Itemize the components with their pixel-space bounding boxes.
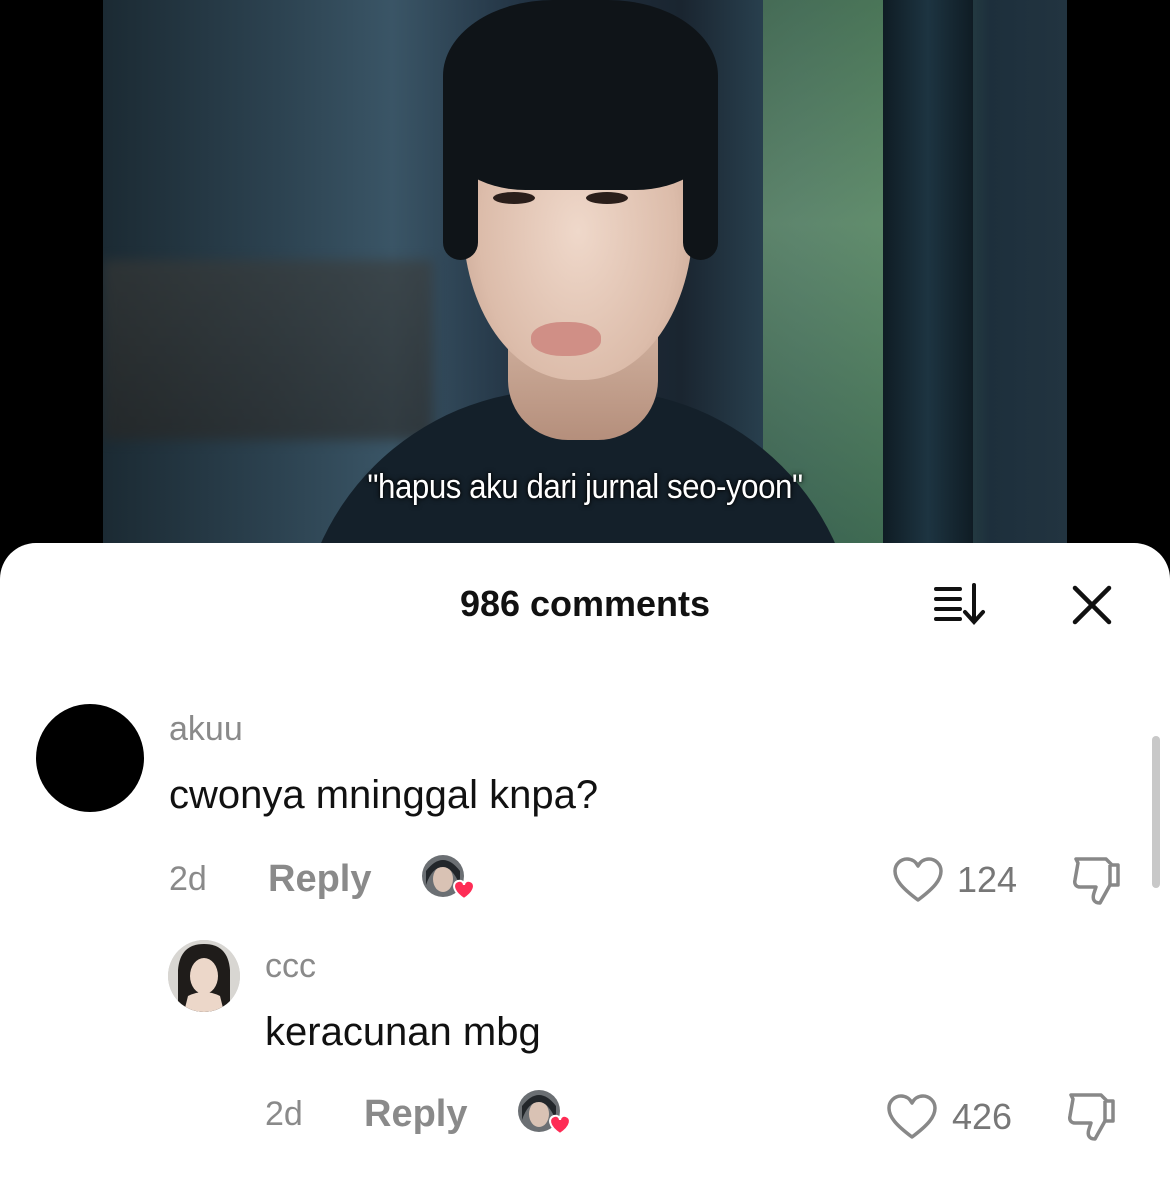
like-count: 124 — [957, 859, 1018, 900]
comment-username[interactable]: ccc — [265, 947, 316, 986]
comment-time: 2d — [169, 860, 207, 898]
video-subtitle: "hapus aku dari jurnal seo-yoon" — [367, 468, 803, 506]
comment-text: cwonya mninggal knpa? — [169, 773, 599, 817]
comment-time: 2d — [265, 1095, 303, 1133]
comment-username[interactable]: akuu — [169, 710, 243, 749]
creator-liked-badge — [518, 1090, 571, 1136]
heart-icon — [887, 1094, 937, 1139]
thumbs-down-icon — [1068, 1093, 1115, 1141]
like-count: 426 — [952, 1096, 1013, 1137]
comments-sheet: 986 comments akuu cwonya mninggal knpa? … — [0, 543, 1170, 1183]
like-button[interactable] — [886, 1093, 938, 1146]
avatar[interactable] — [36, 704, 144, 812]
reply-button[interactable]: Reply — [364, 1093, 467, 1136]
dislike-button[interactable] — [1065, 1091, 1121, 1148]
reply-comment-item: ccc keracunan mbg 2d Reply 426 — [0, 923, 1170, 1183]
heart-icon — [893, 857, 943, 902]
creator-liked-badge — [422, 855, 475, 901]
thumbs-down-icon — [1073, 857, 1120, 905]
avatar[interactable] — [168, 940, 240, 1012]
like-button[interactable] — [892, 856, 944, 909]
dislike-button[interactable] — [1070, 855, 1126, 912]
comment-item: akuu cwonya mninggal knpa? 2d Reply 124 — [0, 543, 1170, 923]
reply-button[interactable]: Reply — [268, 858, 371, 901]
comment-text: keracunan mbg — [265, 1010, 541, 1054]
video-player[interactable]: "hapus aku dari jurnal seo-yoon" — [0, 0, 1170, 560]
